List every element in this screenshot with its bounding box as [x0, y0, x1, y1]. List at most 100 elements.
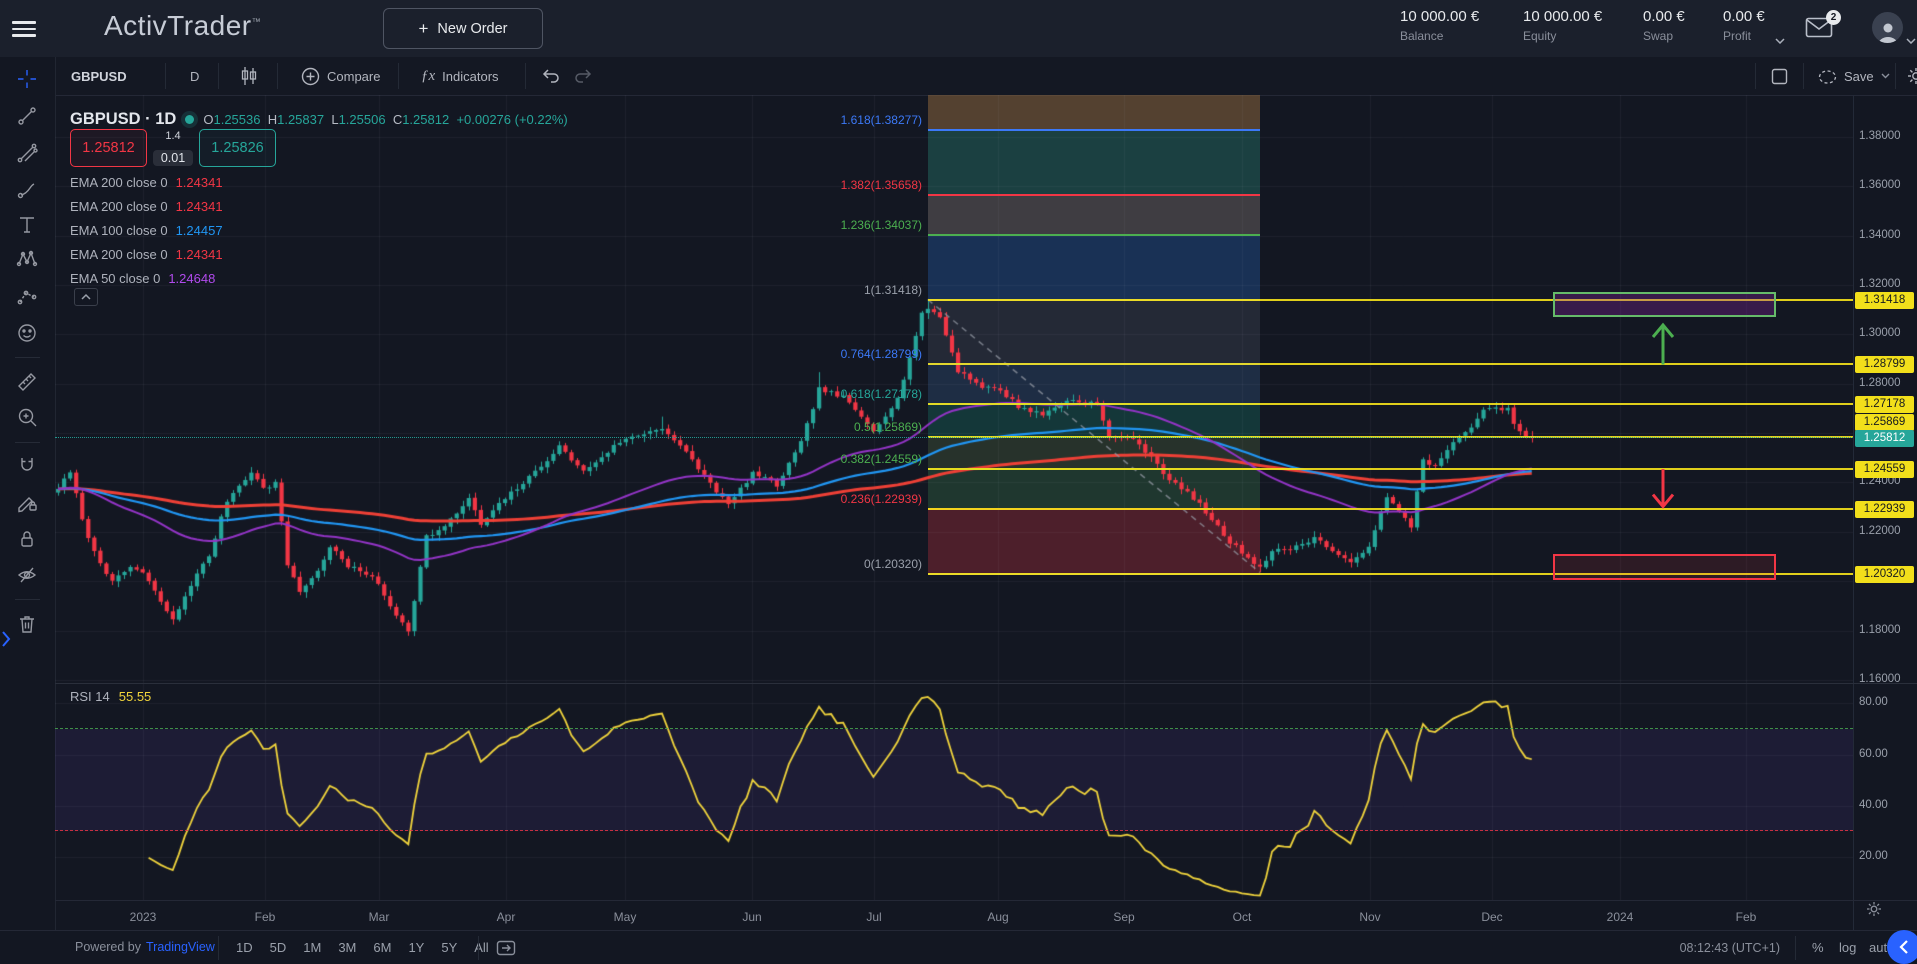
ruler-tool[interactable] — [16, 371, 38, 393]
zoom-in-tool[interactable] — [16, 406, 38, 428]
clock-display[interactable]: 08:12:43 (UTC+1) — [1660, 941, 1780, 955]
lock-tool[interactable] — [16, 528, 38, 550]
ema-legend-row[interactable]: EMA 50 close 01.24648 — [70, 269, 215, 287]
rsi-legend[interactable]: RSI 14 55.55 — [70, 689, 151, 704]
up-arrow-drawing[interactable] — [1650, 325, 1676, 365]
trend-line-tool[interactable] — [16, 105, 38, 127]
compare-button[interactable]: Compare — [301, 57, 380, 95]
interval-button[interactable]: D — [190, 57, 199, 95]
price-chart-canvas[interactable] — [55, 95, 1853, 683]
main-menu-icon[interactable] — [12, 17, 36, 37]
range-3m[interactable]: 3M — [338, 940, 356, 955]
time-axis-label: Jun — [742, 910, 761, 924]
range-5y[interactable]: 5Y — [441, 940, 457, 955]
ruler-icon — [16, 371, 38, 393]
fib-level-line[interactable] — [928, 194, 1260, 196]
range-5d[interactable]: 5D — [270, 940, 287, 955]
mail-badge: 2 — [1826, 10, 1841, 25]
chart-toolbar: GBPUSD D Compare ƒx Indicators — [55, 57, 1917, 96]
level-price-badge: 1.28799 — [1855, 356, 1914, 373]
tradingview-attribution[interactable]: Powered by TradingView — [75, 940, 215, 954]
save-button[interactable]: Save — [1818, 57, 1890, 95]
toolbar-divider — [15, 599, 40, 600]
range-6m[interactable]: 6M — [373, 940, 391, 955]
undo-icon[interactable] — [541, 68, 561, 84]
log-scale-toggle[interactable]: log — [1839, 940, 1856, 955]
range-1d[interactable]: 1D — [236, 940, 253, 955]
trash-icon — [16, 613, 38, 635]
rsi-chart-canvas[interactable] — [55, 683, 1853, 900]
down-arrow-drawing[interactable] — [1650, 469, 1676, 507]
fib-level-line[interactable] — [928, 234, 1260, 236]
redo-icon[interactable] — [573, 68, 593, 84]
horizontal-ray-line[interactable] — [928, 403, 1853, 405]
go-to-date-icon[interactable] — [496, 939, 516, 957]
last-price-line — [55, 437, 1853, 438]
horizontal-ray-line[interactable] — [928, 508, 1853, 510]
chart-settings-gear-icon[interactable] — [1907, 67, 1917, 85]
crosshair-tool[interactable] — [16, 68, 38, 90]
ema-legend-row[interactable]: EMA 200 close 01.24341 — [70, 173, 223, 191]
xabcd-pattern-tool[interactable] — [16, 248, 38, 270]
brush-tool[interactable] — [16, 179, 38, 201]
fib-level-label: 0.5(1.25869) — [652, 420, 922, 434]
pitchfork-tool[interactable] — [16, 142, 38, 164]
crosshair-icon — [16, 68, 38, 90]
sell-button[interactable]: 1.25812 — [70, 129, 147, 167]
rsi-axis-label: 60.00 — [1859, 748, 1888, 760]
text-icon — [16, 214, 38, 236]
ema-label: EMA 100 close 0 — [70, 223, 168, 238]
toolbar-divider — [15, 357, 40, 358]
indicators-button[interactable]: ƒx Indicators — [421, 57, 499, 95]
legend-symbol[interactable]: GBPUSD · 1D — [70, 110, 176, 129]
time-axis-label: Feb — [255, 910, 276, 924]
lot-size-stepper[interactable]: 0.01 — [153, 150, 193, 166]
price-axis-label: 1.32000 — [1859, 278, 1901, 290]
timezone-settings-gear-icon[interactable] — [1866, 901, 1882, 917]
chart-type-button[interactable] — [240, 57, 258, 95]
emoji-tool[interactable] — [16, 322, 38, 344]
rsi-lower-line — [55, 830, 1853, 831]
compare-plus-icon — [301, 67, 320, 86]
demand-zone-box[interactable] — [1553, 554, 1776, 580]
collapse-panel-button[interactable] — [1887, 930, 1917, 964]
buy-button[interactable]: 1.25826 — [199, 129, 276, 167]
range-1y[interactable]: 1Y — [408, 940, 424, 955]
save-chevron-icon — [1881, 73, 1890, 79]
percent-scale-toggle[interactable]: % — [1812, 940, 1824, 955]
pane-separator[interactable] — [55, 683, 1917, 684]
fib-level-line[interactable] — [928, 129, 1260, 131]
avatar[interactable] — [1872, 12, 1903, 43]
horizontal-ray-line[interactable] — [928, 363, 1853, 365]
account-dropdown-chevron-icon[interactable] — [1775, 38, 1785, 44]
symbol-search-button[interactable]: GBPUSD — [71, 57, 127, 95]
legend-collapse-button[interactable] — [74, 288, 98, 306]
multichart-layout-icon[interactable] — [1771, 68, 1788, 85]
watchlist-expand-chevron-icon[interactable] — [1, 631, 11, 647]
ema-legend-row[interactable]: EMA 200 close 01.24341 — [70, 197, 223, 215]
rsi-upper-line — [55, 728, 1853, 729]
price-axis-label: 1.36000 — [1859, 179, 1901, 191]
magnet-tool[interactable] — [16, 455, 38, 477]
drawing-toolbar — [0, 57, 56, 964]
supply-zone-box[interactable] — [1553, 292, 1776, 317]
ema-value: 1.24341 — [176, 247, 223, 262]
fib-level-label: 1.382(1.35658) — [652, 178, 922, 192]
range-1m[interactable]: 1M — [303, 940, 321, 955]
time-axis-label: Mar — [369, 910, 390, 924]
ema-label: EMA 200 close 0 — [70, 199, 168, 214]
fib-level-label: 0.382(1.24559) — [652, 452, 922, 466]
trash-tool[interactable] — [16, 613, 38, 635]
ema-legend-row[interactable]: EMA 100 close 01.24457 — [70, 221, 223, 239]
range-all[interactable]: All — [474, 940, 488, 955]
lock-icon — [16, 528, 38, 550]
new-order-button[interactable]: + New Order — [383, 8, 543, 49]
ema-label: EMA 200 close 0 — [70, 175, 168, 190]
forecast-tool[interactable] — [16, 285, 38, 307]
text-tool[interactable] — [16, 214, 38, 236]
avatar-dropdown-chevron-icon[interactable] — [1906, 38, 1916, 44]
draw-lock-tool[interactable] — [16, 492, 38, 514]
eye-off-tool[interactable] — [16, 564, 38, 586]
ema-legend-row[interactable]: EMA 200 close 01.24341 — [70, 245, 223, 263]
horizontal-ray-line[interactable] — [928, 468, 1853, 470]
